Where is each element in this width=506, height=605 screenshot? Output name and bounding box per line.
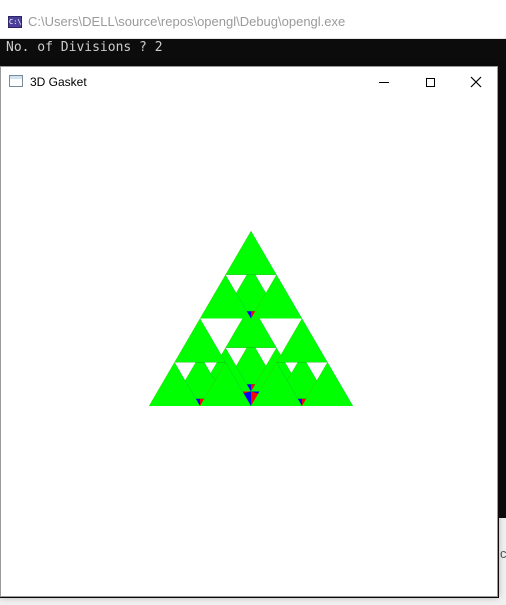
close-icon	[470, 76, 482, 88]
console-titlebar: C:\ C:\Users\DELL\source\repos\opengl\De…	[0, 0, 506, 39]
minimize-icon	[379, 81, 389, 83]
console-bottom-edge	[0, 598, 506, 605]
window-title: 3D Gasket	[30, 75, 87, 89]
console-app-icon: C:\	[8, 16, 22, 28]
gasket-face-center-111	[174, 318, 226, 363]
sierpinski-gasket	[149, 231, 353, 406]
gasket-face-center-87	[225, 231, 277, 275]
gasket-window[interactable]: 3D Gasket	[0, 66, 498, 597]
console-title: C:\Users\DELL\source\repos\opengl\Debug\…	[28, 14, 346, 29]
maximize-icon	[425, 77, 435, 87]
minimize-button[interactable]	[361, 67, 407, 97]
application-window-icon	[9, 75, 23, 87]
gasket-face-center-135	[276, 318, 328, 363]
console-output: No. of Divisions ? 2	[6, 40, 163, 55]
maximize-button[interactable]	[407, 67, 453, 97]
console-partial-text: c	[500, 546, 506, 561]
opengl-canvas[interactable]	[1, 97, 497, 596]
gasket-window-titlebar[interactable]: 3D Gasket	[1, 67, 497, 97]
close-button[interactable]	[453, 67, 499, 97]
